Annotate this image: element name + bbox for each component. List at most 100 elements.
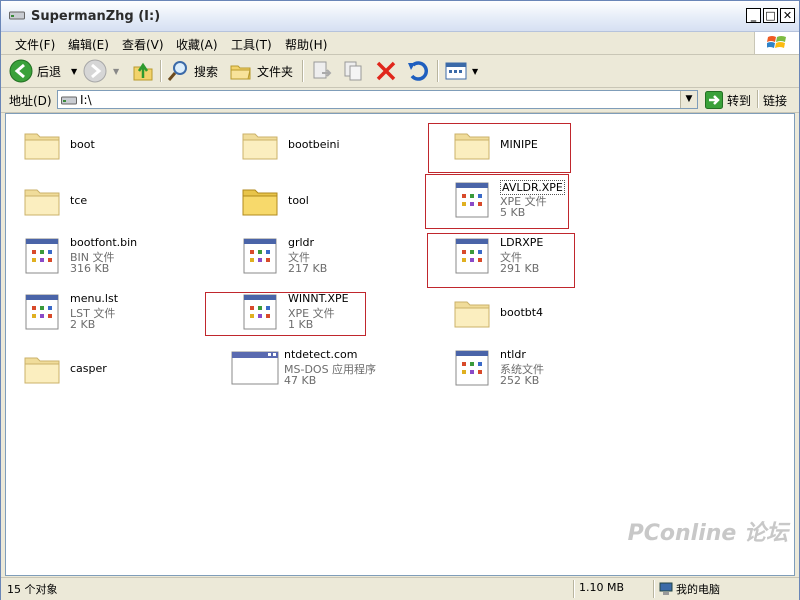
- delete-x-icon: [376, 61, 396, 81]
- menu-edit[interactable]: 编辑(E): [68, 36, 109, 53]
- folders-button[interactable]: 文件夹: [229, 59, 293, 83]
- file-item[interactable]: casper: [12, 344, 202, 394]
- file-item[interactable]: tce: [12, 176, 202, 226]
- my-computer-icon: [659, 582, 673, 595]
- file-name: tool: [288, 194, 309, 207]
- address-input[interactable]: I:\ ▼: [57, 90, 698, 109]
- highlight-box-ldrxpe: [427, 233, 575, 288]
- file-name: boot: [70, 138, 95, 151]
- highlight-box-avldr: [425, 174, 569, 229]
- go-label: 转到: [727, 93, 752, 108]
- file-name: tce: [70, 194, 88, 207]
- file-item[interactable]: grldr 文件 217 KB: [230, 232, 420, 282]
- delete-button[interactable]: [374, 59, 398, 83]
- forward-arrow-icon: [83, 59, 107, 83]
- up-folder-button[interactable]: [131, 59, 155, 83]
- file-name: bootbt4: [500, 306, 544, 319]
- file-item[interactable]: boot: [12, 120, 202, 170]
- menu-help[interactable]: 帮助(H): [285, 36, 327, 53]
- maximize-button[interactable]: □: [763, 8, 778, 23]
- folder-icon: [24, 189, 60, 216]
- address-value: I:\: [80, 93, 92, 107]
- file-item[interactable]: bootfont.bin BIN 文件 316 KB: [12, 232, 202, 282]
- folders-label: 文件夹: [257, 64, 294, 79]
- search-icon: [167, 61, 187, 81]
- menu-tools[interactable]: 工具(T): [231, 36, 272, 53]
- generic-file-icon: [25, 294, 59, 330]
- file-name: bootfont.bin: [70, 236, 138, 249]
- address-separator: [757, 90, 759, 108]
- file-size: 217 KB: [288, 262, 328, 275]
- file-item[interactable]: tool: [230, 176, 420, 226]
- explorer-window: SupermanZhg (I:) _ □ ✕ 文件(F) 编辑(E) 查看(V)…: [0, 0, 800, 600]
- search-button[interactable]: 搜索: [166, 59, 218, 83]
- status-total-size: 1.10 MB: [579, 581, 625, 594]
- watermark: PConline 论坛: [627, 521, 788, 546]
- file-name: grldr: [288, 236, 315, 249]
- back-label: 后退: [37, 64, 62, 79]
- file-view[interactable]: boot bootbeini MINIPE tce tool AVLDR.XPE…: [5, 113, 795, 576]
- generic-file-icon: [455, 350, 489, 386]
- menu-favorites[interactable]: 收藏(A): [176, 36, 218, 53]
- minimize-button[interactable]: _: [746, 8, 761, 23]
- menu-view[interactable]: 查看(V): [122, 36, 164, 53]
- file-item[interactable]: ntldr 系统文件 252 KB: [442, 344, 632, 394]
- address-label: 地址(D): [9, 94, 52, 108]
- links-button[interactable]: 链接: [763, 92, 787, 109]
- up-folder-icon: [133, 62, 153, 81]
- file-size: 252 KB: [500, 374, 540, 387]
- window-title: SupermanZhg (I:): [31, 9, 161, 24]
- file-size: 2 KB: [70, 318, 96, 331]
- menu-bar: 文件(F) 编辑(E) 查看(V) 收藏(A) 工具(T) 帮助(H): [1, 32, 799, 55]
- highlight-box-minipe: [428, 123, 571, 173]
- folder-icon: [24, 133, 60, 160]
- back-button[interactable]: 后退 ▼: [9, 59, 77, 83]
- address-bar: 地址(D) I:\ ▼ 转到 链接: [1, 88, 799, 113]
- file-item[interactable]: bootbeini: [230, 120, 420, 170]
- folder-icon: [242, 133, 278, 160]
- close-button[interactable]: ✕: [780, 8, 795, 23]
- file-item[interactable]: ntdetect.com MS-DOS 应用程序 47 KB: [226, 344, 416, 394]
- move-to-button[interactable]: [310, 59, 334, 83]
- copy-to-button[interactable]: [342, 59, 366, 83]
- file-name: menu.lst: [70, 292, 119, 305]
- status-separator: [573, 580, 575, 598]
- drive-icon: [61, 96, 77, 105]
- file-item[interactable]: menu.lst LST 文件 2 KB: [12, 288, 202, 338]
- status-object-count: 15 个对象: [7, 583, 58, 596]
- toolbar-separator: [437, 60, 439, 82]
- app-window-icon: [231, 351, 279, 385]
- highlight-box-winnt: [205, 292, 366, 336]
- file-item[interactable]: bootbt4: [442, 288, 632, 338]
- status-location: 我的电脑: [676, 583, 720, 596]
- generic-file-icon: [25, 238, 59, 274]
- status-separator: [653, 580, 655, 598]
- toolbar: 后退 ▼ ▼ 搜索 文件夹 ▼: [1, 55, 799, 88]
- toolbar-separator: [302, 60, 304, 82]
- file-size: 316 KB: [70, 262, 110, 275]
- file-name: ntdetect.com: [284, 348, 358, 361]
- address-dropdown-icon[interactable]: ▼: [680, 91, 697, 108]
- drive-icon: [9, 11, 25, 20]
- menu-file[interactable]: 文件(F): [15, 36, 55, 53]
- go-button[interactable]: 转到: [705, 91, 751, 109]
- undo-icon: [408, 61, 428, 81]
- back-dropdown-icon[interactable]: ▼: [71, 67, 77, 76]
- status-bar: 15 个对象 1.10 MB 我的电脑: [1, 577, 799, 600]
- folder-icon: [24, 357, 60, 384]
- search-label: 搜索: [194, 64, 219, 79]
- go-arrow-icon: [705, 91, 723, 109]
- toolbar-separator: [160, 60, 162, 82]
- title-bar[interactable]: SupermanZhg (I:) _ □ ✕: [1, 1, 799, 32]
- folder-icon: [242, 189, 278, 216]
- forward-button[interactable]: ▼: [83, 59, 119, 83]
- move-to-icon: [313, 61, 332, 79]
- undo-button[interactable]: [406, 59, 430, 83]
- file-name: ntldr: [500, 348, 526, 361]
- views-dropdown-icon[interactable]: ▼: [472, 67, 478, 76]
- forward-dropdown-icon[interactable]: ▼: [113, 67, 119, 76]
- folder-tree-icon: [230, 65, 251, 80]
- back-arrow-icon: [9, 59, 33, 83]
- views-button[interactable]: ▼: [444, 59, 478, 83]
- file-name: casper: [70, 362, 107, 375]
